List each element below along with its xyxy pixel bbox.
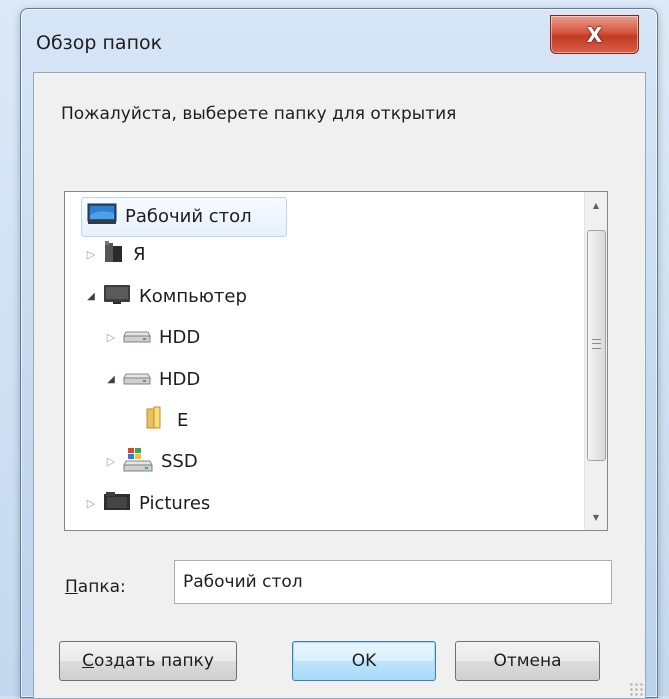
title-bar[interactable]: Обзор папок X	[21, 9, 657, 71]
hard-drive-icon	[123, 327, 151, 348]
collapse-arrow-icon[interactable]: ◢	[85, 290, 97, 302]
tree-item-pictures[interactable]: ▷ Pictures	[85, 484, 210, 522]
tree-item-label: Я	[133, 243, 146, 265]
folder-icon	[145, 406, 169, 435]
pictures-folder-icon	[103, 491, 131, 516]
tree-item-computer[interactable]: ◢ Компьютер	[85, 277, 247, 315]
folder-tree[interactable]: Рабочий стол ▷ Я ◢ Компьютер ▷ HDD ◢ HDD…	[64, 191, 608, 531]
tree-item-label: HDD	[159, 326, 201, 348]
hard-drive-icon	[123, 369, 151, 390]
tree-item-desktop[interactable]: Рабочий стол	[87, 197, 252, 235]
ok-button[interactable]: OK	[292, 641, 436, 681]
user-folder-icon	[103, 240, 125, 269]
resize-grip-icon[interactable]	[629, 682, 643, 696]
tree-item-label: Компьютер	[139, 285, 247, 307]
instruction-text: Пожалуйста, выберете папку для открытия	[61, 104, 457, 124]
expand-arrow-icon[interactable]: ▷	[85, 248, 97, 261]
tree-item-ssd[interactable]: ▷ SSD	[105, 442, 198, 480]
folder-name-input[interactable]	[174, 560, 612, 604]
cancel-button[interactable]: Отмена	[455, 641, 600, 681]
accelerator-letter: С	[82, 651, 94, 671]
computer-icon	[103, 283, 131, 310]
tree-item-label: SSD	[161, 450, 198, 472]
expand-arrow-icon[interactable]: ▷	[105, 455, 117, 468]
scroll-down-arrow-icon[interactable]: ▼	[585, 506, 607, 528]
button-label: оздать папку	[93, 651, 214, 671]
close-button[interactable]: X	[550, 15, 639, 54]
tree-item-label: E	[177, 409, 189, 431]
tree-item-label: HDD	[159, 368, 201, 390]
expand-arrow-icon[interactable]: ▷	[85, 497, 97, 510]
tree-item-label: Рабочий стол	[125, 205, 252, 227]
close-icon: X	[586, 22, 603, 47]
folder-field-label: Папка:	[65, 577, 126, 597]
scrollbar-thumb[interactable]	[587, 230, 606, 461]
desktop-icon	[87, 203, 117, 230]
accelerator-letter: П	[65, 577, 78, 597]
scroll-up-arrow-icon[interactable]: ▲	[585, 194, 607, 216]
tree-item-hdd-1[interactable]: ▷ HDD	[105, 318, 201, 356]
window-title: Обзор папок	[36, 32, 163, 54]
tree-item-label: Pictures	[139, 492, 211, 514]
tree-item-user[interactable]: ▷ Я	[85, 235, 146, 273]
windows-drive-icon	[123, 446, 153, 477]
create-folder-button[interactable]: Создать папку	[59, 641, 237, 681]
collapse-arrow-icon[interactable]: ◢	[105, 373, 117, 385]
tree-item-e[interactable]: E	[145, 401, 188, 439]
tree-item-hdd-2[interactable]: ◢ HDD	[105, 360, 200, 398]
expand-arrow-icon[interactable]: ▷	[105, 331, 117, 344]
dialog-body: Пожалуйста, выберете папку для открытия …	[33, 72, 646, 699]
folder-browser-dialog: Обзор папок X Пожалуйста, выберете папку…	[20, 8, 658, 699]
vertical-scrollbar[interactable]: ▲ ▼	[584, 192, 607, 530]
scrollbar-grip-icon	[592, 339, 601, 349]
label-text: апка:	[77, 577, 126, 597]
